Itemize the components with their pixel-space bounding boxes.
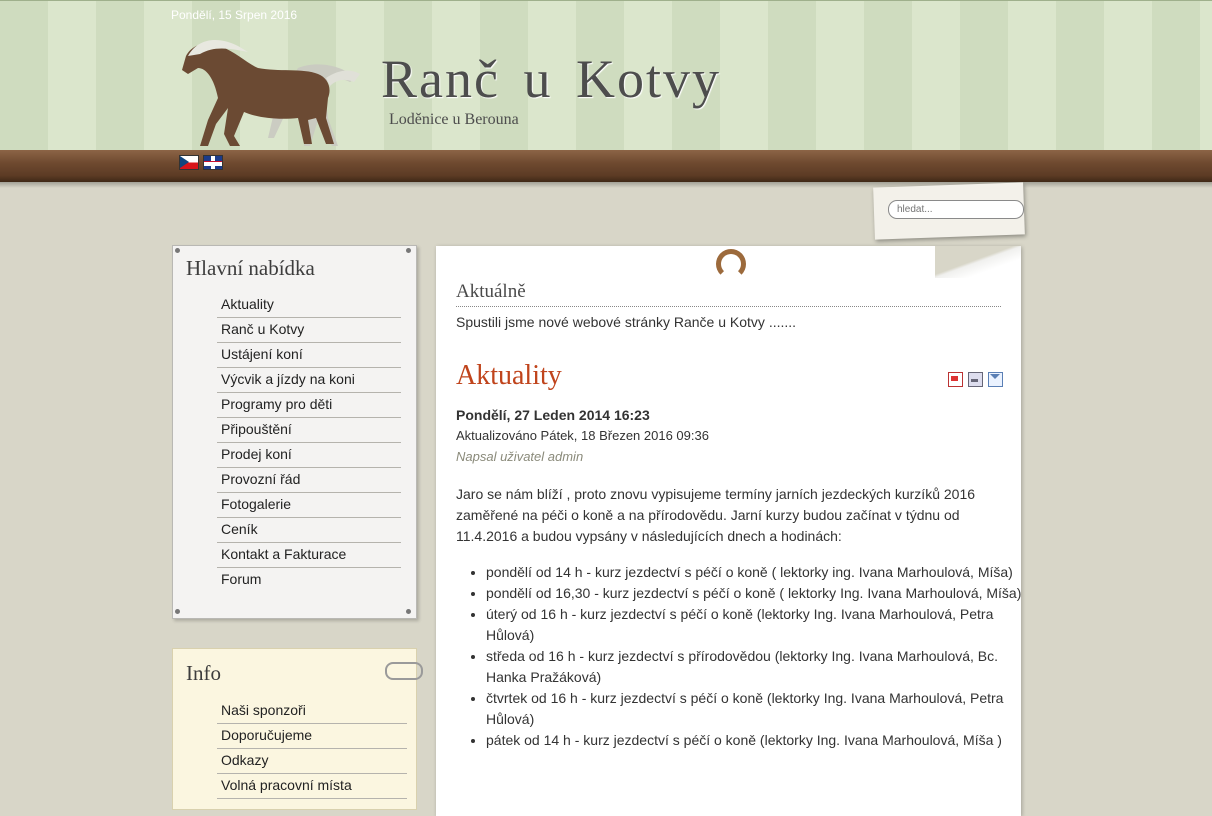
menu-item-ustajeni[interactable]: Ustájení koní <box>217 343 401 368</box>
list-item: úterý od 16 h - kurz jezdectví s péčí o … <box>486 604 1031 646</box>
list-item: pondělí od 16,30 - kurz jezdectví s péčí… <box>486 583 1031 604</box>
site-title[interactable]: Ranč u Kotvy <box>381 48 721 110</box>
email-icon[interactable] <box>988 372 1003 387</box>
english-flag-icon[interactable] <box>203 155 223 170</box>
info-heading: Info <box>186 661 221 685</box>
main-menu-heading: Hlavní nabídka <box>186 256 315 280</box>
current-date: Pondělí, 15 Srpen 2016 <box>171 8 298 22</box>
search-input[interactable] <box>888 200 1024 219</box>
menu-item-forum[interactable]: Forum <box>217 568 401 593</box>
menu-item-vycvik[interactable]: Výcvik a jízdy na koni <box>217 368 401 393</box>
site-subtitle: Loděnice u Berouna <box>389 111 519 128</box>
paperclip-icon <box>385 662 423 680</box>
info-item-volna-mista[interactable]: Volná pracovní místa <box>217 774 407 799</box>
menu-item-ranc[interactable]: Ranč u Kotvy <box>217 318 401 343</box>
list-item: pátek od 14 h - kurz jezdectví s péčí o … <box>486 730 1031 751</box>
menu-item-kontakt[interactable]: Kontakt a Fakturace <box>217 543 401 568</box>
pdf-icon[interactable] <box>948 372 963 387</box>
article-date: Pondělí, 27 Leden 2014 16:23 <box>456 407 650 423</box>
article-author: Napsal uživatel admin <box>456 449 584 464</box>
article-intro: Jaro se nám blíží , proto znovu vypisuje… <box>456 486 976 544</box>
list-item: čtvrtek od 16 h - kurz jezdectví s péčí … <box>486 688 1031 730</box>
czech-flag-icon[interactable] <box>179 155 199 170</box>
list-item: pondělí od 14 h - kurz jezdectví s péčí … <box>486 562 1031 583</box>
pin-icon <box>406 609 411 614</box>
course-list: pondělí od 14 h - kurz jezdectví s péčí … <box>456 562 1031 751</box>
menu-item-cenik[interactable]: Ceník <box>217 518 401 543</box>
list-item: středa od 16 h - kurz jezdectví s přírod… <box>486 646 1031 688</box>
divider <box>456 306 1001 307</box>
info-menu-list: Naši sponzoři Doporučujeme Odkazy Volná … <box>217 699 407 799</box>
menu-item-pripousteni[interactable]: Připouštění <box>217 418 401 443</box>
horse-logo <box>182 40 360 147</box>
article-updated: Aktualizováno Pátek, 18 Březen 2016 09:3… <box>456 428 709 443</box>
article-title[interactable]: Aktuality <box>456 360 562 392</box>
info-item-odkazy[interactable]: Odkazy <box>217 749 407 774</box>
info-item-sponzori[interactable]: Naši sponzoři <box>217 699 407 724</box>
print-icon[interactable] <box>968 372 983 387</box>
menu-item-aktuality[interactable]: Aktuality <box>217 293 401 318</box>
news-heading: Aktuálně <box>456 281 526 302</box>
page-curl <box>935 246 1021 278</box>
menu-item-programy[interactable]: Programy pro děti <box>217 393 401 418</box>
pin-icon <box>175 248 180 253</box>
menu-item-provozni-rad[interactable]: Provozní řád <box>217 468 401 493</box>
pin-icon <box>175 609 180 614</box>
info-item-doporucujeme[interactable]: Doporučujeme <box>217 724 407 749</box>
pin-icon <box>406 248 411 253</box>
horseshoe-icon <box>716 249 746 279</box>
news-text: Spustili jsme nové webové stránky Ranče … <box>456 314 797 330</box>
menu-item-fotogalerie[interactable]: Fotogalerie <box>217 493 401 518</box>
menu-item-prodej[interactable]: Prodej koní <box>217 443 401 468</box>
main-menu-list: Aktuality Ranč u Kotvy Ustájení koní Výc… <box>217 293 401 593</box>
